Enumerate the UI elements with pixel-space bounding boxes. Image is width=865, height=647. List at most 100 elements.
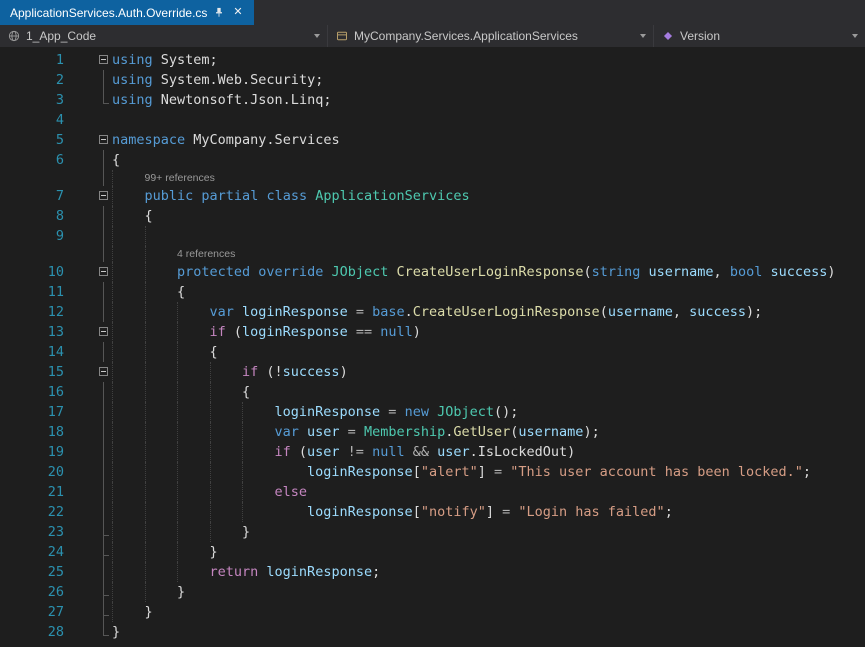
code-token: using bbox=[112, 92, 153, 108]
code-token: = bbox=[347, 304, 373, 320]
tab-title: ApplicationServices.Auth.Override.cs bbox=[10, 5, 208, 20]
code-line[interactable]: 9 bbox=[0, 226, 865, 246]
line-number: 7 bbox=[55, 188, 64, 204]
document-tab[interactable]: ApplicationServices.Auth.Override.cs ✕ bbox=[0, 0, 254, 25]
fold-collapse-icon[interactable] bbox=[99, 327, 108, 336]
fold-collapse-icon[interactable] bbox=[99, 55, 108, 64]
indent-guide bbox=[144, 342, 178, 362]
type-dropdown[interactable]: MyCompany.Services.ApplicationServices bbox=[328, 25, 654, 47]
code-line[interactable]: 19 if (user != null && user.IsLockedOut) bbox=[0, 442, 865, 462]
code-line-text: } bbox=[112, 522, 865, 542]
code-token: string bbox=[591, 264, 641, 280]
indent-guide bbox=[209, 442, 243, 462]
project-dropdown-label: 1_App_Code bbox=[26, 29, 97, 43]
code-line[interactable]: 18 var user = Membership.GetUser(username… bbox=[0, 422, 865, 442]
code-line[interactable]: 11 { bbox=[0, 282, 865, 302]
code-line[interactable]: 7 public partial class ApplicationService… bbox=[0, 186, 865, 206]
fold-collapse-icon[interactable] bbox=[99, 367, 108, 376]
code-editor[interactable]: 1 using System; 2 using System.Web.Security… bbox=[0, 47, 865, 647]
code-token: success bbox=[689, 304, 747, 320]
code-line[interactable]: 4 bbox=[0, 110, 865, 130]
code-token: [ bbox=[412, 504, 421, 520]
indent-guide bbox=[112, 402, 145, 422]
code-token: JObject bbox=[331, 264, 389, 280]
code-line[interactable]: 24} bbox=[0, 542, 865, 562]
fold-guide-line bbox=[103, 90, 104, 103]
fold-collapse-icon[interactable] bbox=[99, 191, 108, 200]
code-token: class bbox=[266, 188, 308, 204]
indent-guide bbox=[177, 542, 210, 562]
code-line[interactable]: 15 if (!success) bbox=[0, 362, 865, 382]
code-token: namespace bbox=[112, 132, 186, 148]
indent-guide bbox=[177, 302, 210, 322]
code-line-text: return loginResponse; bbox=[112, 562, 865, 582]
indent-guide bbox=[242, 422, 275, 442]
code-token: ) bbox=[827, 264, 836, 280]
code-token: username bbox=[518, 424, 584, 440]
code-line[interactable]: 13 if (loginResponse == null) bbox=[0, 322, 865, 342]
fold-guide-line bbox=[103, 226, 104, 246]
code-line[interactable]: 6{ bbox=[0, 150, 865, 170]
code-line[interactable]: 1 using System; bbox=[0, 50, 865, 70]
indent-guide bbox=[112, 262, 145, 282]
indent-guide bbox=[209, 382, 243, 402]
code-line[interactable]: 16 { bbox=[0, 382, 865, 402]
code-line[interactable]: 22 loginResponse["notify"] = "Login has … bbox=[0, 502, 865, 522]
code-token: ; bbox=[372, 564, 381, 580]
code-token: } bbox=[209, 544, 218, 560]
code-line[interactable]: 27} bbox=[0, 602, 865, 622]
line-number: 20 bbox=[47, 464, 64, 480]
code-line[interactable]: 21 else bbox=[0, 482, 865, 502]
codelens-references-link[interactable]: 4 references bbox=[177, 248, 235, 260]
code-token: "This user account has been locked." bbox=[510, 464, 803, 480]
fold-guide-line bbox=[103, 246, 104, 262]
code-line-text: } bbox=[112, 582, 865, 602]
code-line[interactable]: 10 protected override JObject CreateUserL… bbox=[0, 262, 865, 282]
member-dropdown[interactable]: Version bbox=[654, 25, 865, 47]
indent-guide bbox=[209, 462, 243, 482]
project-dropdown[interactable]: 1_App_Code bbox=[0, 25, 328, 47]
code-line[interactable]: 17 loginResponse = new JObject(); bbox=[0, 402, 865, 422]
fold-gutter bbox=[64, 602, 112, 622]
code-line[interactable]: 14 { bbox=[0, 342, 865, 362]
indent-guide bbox=[242, 442, 275, 462]
indent-guide bbox=[144, 322, 178, 342]
code-line[interactable]: 2 using System.Web.Security; bbox=[0, 70, 865, 90]
code-line-text: loginResponse["alert"] = "This user acco… bbox=[112, 462, 865, 482]
indent-guide bbox=[112, 482, 145, 502]
close-icon[interactable]: ✕ bbox=[231, 7, 244, 18]
code-token: base bbox=[372, 304, 405, 320]
fold-collapse-icon[interactable] bbox=[99, 135, 108, 144]
code-line[interactable]: 20 loginResponse["alert"] = "This user a… bbox=[0, 462, 865, 482]
code-line[interactable]: 26} bbox=[0, 582, 865, 602]
code-line-text: loginResponse["notify"] = "Login has fai… bbox=[112, 502, 865, 522]
code-line[interactable]: 23} bbox=[0, 522, 865, 542]
code-line[interactable]: 8{ bbox=[0, 206, 865, 226]
codelens-references-link[interactable]: 99+ references bbox=[145, 172, 215, 184]
code-token: = bbox=[485, 464, 511, 480]
code-token: . bbox=[404, 304, 413, 320]
code-token: "notify" bbox=[420, 504, 486, 520]
code-line[interactable]: 28} bbox=[0, 622, 865, 642]
code-line[interactable]: 3 using Newtonsoft.Json.Linq; bbox=[0, 90, 865, 110]
code-token: using bbox=[112, 52, 153, 68]
fold-gutter bbox=[64, 246, 112, 262]
code-line[interactable]: 5 namespace MyCompany.Services bbox=[0, 130, 865, 150]
fold-gutter bbox=[64, 462, 112, 482]
fold-end-tick bbox=[103, 555, 109, 556]
pin-icon[interactable] bbox=[214, 7, 224, 18]
indent-guide bbox=[209, 482, 243, 502]
code-line-text: else bbox=[112, 482, 865, 502]
code-line[interactable]: 12 var loginResponse = base.CreateUserLog… bbox=[0, 302, 865, 322]
code-token: if bbox=[209, 324, 226, 340]
code-line-text: { bbox=[112, 206, 865, 226]
fold-collapse-icon[interactable] bbox=[99, 267, 108, 276]
indent-guide bbox=[112, 602, 145, 622]
fold-guide-line bbox=[103, 582, 104, 602]
code-token: ); bbox=[583, 424, 600, 440]
code-line[interactable]: 25 return loginResponse; bbox=[0, 562, 865, 582]
line-number: 17 bbox=[47, 404, 64, 420]
